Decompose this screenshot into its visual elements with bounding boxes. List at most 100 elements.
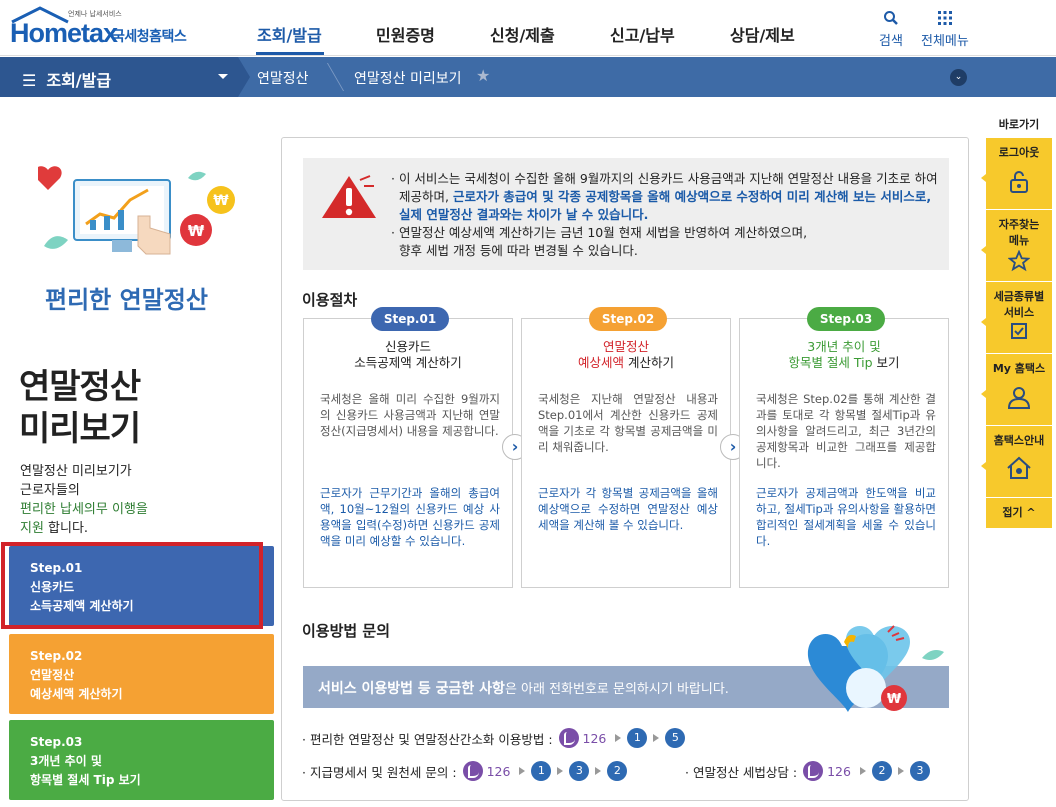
card-body: 국세청은 올해 미리 수집한 9월까지의 신용카드 사용금액과 지난해 연말정산… [320,392,500,438]
side-desc-end: 합니다. [43,521,89,536]
breadcrumb-arrow [238,57,250,97]
contact-label: · 지급명세서 및 원천세 문의 : [302,764,457,780]
card-title: 신용카드 소득공제액 계산하기 [304,339,512,371]
quick-tab [981,245,986,254]
quick-label2: 서비스 [1003,306,1035,319]
card-body-blue: 근로자가 근무기간과 올해의 총급여액, 10월~12월의 신용카드 예상 사용… [320,486,500,548]
quick-guide[interactable]: 홈택스안내 [981,426,1052,498]
card-title-line1: 3개년 추이 및 [807,339,881,354]
contact-number: 126 [486,763,511,779]
contact-number: 126 [827,763,851,779]
quick-menu: 바로가기 로그아웃 자주찾는 메뉴 세금종류별 서비스 My 홈택스 홈택스안내… [981,116,1052,528]
procedure-heading: 이용절차 [302,291,358,309]
arrow-icon [859,767,866,775]
side-step-03-button[interactable]: Step.03 3개년 추이 및 항목별 절세 Tip 보기 [9,720,274,800]
notice-line5: 향후 세법 개정 등에 따라 변경될 수 있습니다. [399,243,638,258]
gnb-certificate[interactable]: 민원증명 [376,22,435,46]
banner-text: 서비스 이용방법 등 궁금한 사항은 아래 전화번호로 문의하시기 바랍니다. [318,678,729,698]
side-description: 연말정산 미리보기가 근로자들의 편리한 납세의무 이행을 지원 합니다. [20,462,260,538]
contact-label: · 연말정산 세법상담 : [685,764,798,780]
step-title: 연말정산 [30,668,75,682]
side-title-line1: 연말정산 [19,367,141,407]
star-icon [1007,249,1031,272]
side-subtitle: 편리한 연말정산 [45,286,208,314]
allmenu-label: 전체메뉴 [921,34,969,49]
allmenu-button[interactable]: 전체메뉴 [921,10,969,49]
card-title-line2: 소득공제액 계산하기 [354,355,462,370]
quick-favorites[interactable]: 자주찾는 메뉴 [981,210,1052,282]
home-icon [1007,456,1031,479]
quick-label: 세금종류별 [993,290,1045,303]
breadcrumb-year-end[interactable]: 연말정산 [257,68,309,88]
banner-rest: 은 아래 전화번호로 문의하시기 바랍니다. [504,682,729,697]
breadcrumb-preview[interactable]: 연말정산 미리보기 [354,68,462,88]
hometax-logo[interactable]: 언제나 납세서비스 Hometax 국세청홈택스 [8,6,193,52]
step02-badge: Step.02 [589,307,667,331]
notice-text: · 이 서비스는 국세청이 수집한 올해 9월까지의 신용카드 사용금액과 지난… [391,170,941,260]
expand-chevron-icon[interactable]: ⌄ [950,69,967,86]
hamburger-icon: ☰ [22,71,37,90]
notice-box: · 이 서비스는 국세청이 수집한 올해 9월까지의 신용카드 사용금액과 지난… [303,158,949,270]
menu-number: 2 [607,761,628,781]
search-button[interactable]: 검색 [879,10,903,49]
side-step-02-button[interactable]: Step.02 연말정산 예상세액 계산하기 [9,634,274,714]
step03-badge: Step.03 [807,307,885,331]
quick-label: 홈택스안내 [993,434,1045,447]
banner-bold: 서비스 이용방법 등 궁금한 사항 [318,681,505,697]
gnb-apply[interactable]: 신청/제출 [490,22,555,46]
notice-blue1: 근로자가 총급여 및 각종 공제항목을 올해 예상액으로 수정하여 미리 계산해… [452,189,932,204]
sub-navigation: ☰ 조회/발급 연말정산 연말정산 미리보기 ★ ⌄ [0,57,1056,97]
contact-row-2: · 지급명세서 및 원천세 문의 : 126 1 3 2 [302,761,630,781]
menu-number: 2 [871,761,892,781]
menu-number: 3 [569,761,590,781]
quick-tab [981,461,986,470]
card-title-line1: 신용카드 [384,339,431,354]
card-title-rest: 보기 [872,355,900,370]
card-title-red: 예상세액 [578,355,625,370]
card-title-green: 항목별 절세 Tip [788,355,873,370]
logo-brand: Hometax [10,18,118,48]
phone-icon [803,761,824,781]
monitor-illustration: ₩ ₩ [38,166,235,255]
step-label: Step.02 [30,649,83,663]
heart-phone-illustration: ₩ [807,625,944,712]
quick-label: 자주찾는 [998,218,1040,231]
card-body: 국세청은 지난해 연말정산 내용과 Step.01에서 계산한 신용카드 공제액… [538,392,718,454]
contact-row-1: · 편리한 연말정산 및 연말정산간소화 이용방법 : 126 1 5 [302,728,688,748]
quick-my-hometax[interactable]: My 홈택스 [981,354,1052,426]
favorite-star-icon[interactable]: ★ [476,66,490,85]
caret-down-icon[interactable] [218,74,228,79]
notice-line1: · 이 서비스는 국세청이 수집한 올해 9월까지의 신용카드 사용금액과 지난… [391,171,938,186]
quick-label: 로그아웃 [998,146,1040,159]
quick-tax-service[interactable]: 세금종류별 서비스 [981,282,1052,354]
gnb-report-pay[interactable]: 신고/납부 [610,22,675,46]
phone-icon [462,761,483,781]
side-desc-line4: 지원 합니다. [20,519,260,538]
contact-label: · 편리한 연말정산 및 연말정산간소화 이용방법 : [302,731,553,747]
gnb-lookup[interactable]: 조회/발급 [257,22,322,46]
svg-text:₩: ₩ [188,222,205,240]
contact-number: 126 [582,730,607,746]
unlock-icon [1010,171,1028,193]
submenu-selected-label: 조회/발급 [46,71,112,90]
quick-heading: 바로가기 [998,118,1040,131]
quick-label2: 메뉴 [1008,234,1030,247]
quick-fold-button[interactable]: 접기 ^ [986,498,1052,528]
quick-logout[interactable]: 로그아웃 [981,138,1052,210]
menu-number: 5 [665,728,686,748]
step-subtitle: 예상세액 계산하기 [30,687,123,701]
card-body-blue: 근로자가 공제금액과 한도액을 비교하고, 절세Tip과 유의사항을 활용하면 … [756,486,936,548]
submenu-selector[interactable]: ☰ 조회/발급 [0,57,238,97]
notice-line3: 실제 연말정산 결과와는 차이가 날 수 있습니다. [399,207,649,222]
procedure-card-03: Step.03 3개년 추이 및 항목별 절세 Tip 보기 국세청은 Step… [739,307,949,588]
contact-row-3: · 연말정산 세법상담 : 126 2 3 [685,761,933,781]
side-desc-support: 지원 [20,521,44,536]
step01-badge: Step.01 [371,307,449,331]
phone-icon [558,728,579,748]
gnb-consult[interactable]: 상담/제보 [730,22,795,46]
card-body-blue: 근로자가 각 항목별 공제금액을 올해예상액으로 수정하면 연말정산 예상세액을… [538,486,718,532]
step-subtitle: 항목별 절세 Tip 보기 [30,773,141,787]
card-body: 국세청은 Step.02를 통해 계산한 결과를 토대로 각 항목별 절세Tip… [756,392,936,470]
quick-tab [981,173,986,182]
card-title-line2: 항목별 절세 Tip 보기 [740,355,948,371]
